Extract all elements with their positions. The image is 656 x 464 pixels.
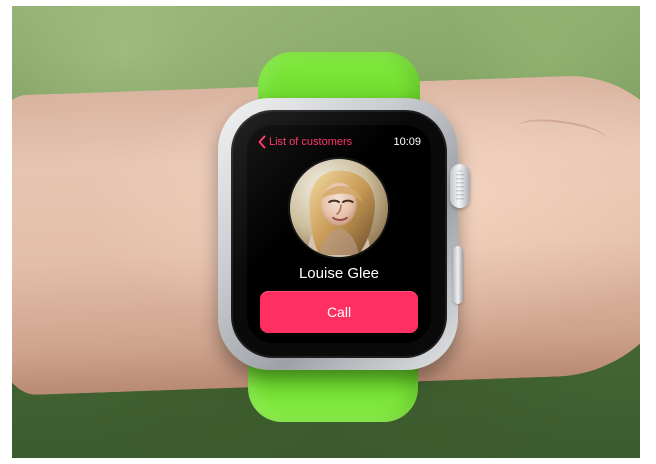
watch-screen: List of customers 10:09 Louise Glee Call	[247, 125, 431, 343]
contact-name: Louise Glee	[298, 265, 380, 282]
status-bar: List of customers 10:09	[257, 135, 421, 151]
contact-avatar	[290, 159, 388, 257]
time-display: 10:09	[393, 136, 421, 148]
side-button[interactable]	[453, 246, 463, 304]
call-button[interactable]: Call	[260, 291, 418, 333]
digital-crown[interactable]	[450, 164, 470, 208]
background-photo: List of customers 10:09 Louise Glee Call	[12, 6, 640, 458]
back-link-label[interactable]: List of customers	[269, 135, 352, 149]
chevron-left-icon[interactable]	[257, 135, 267, 149]
scene: List of customers 10:09 Louise Glee Call	[0, 0, 656, 464]
